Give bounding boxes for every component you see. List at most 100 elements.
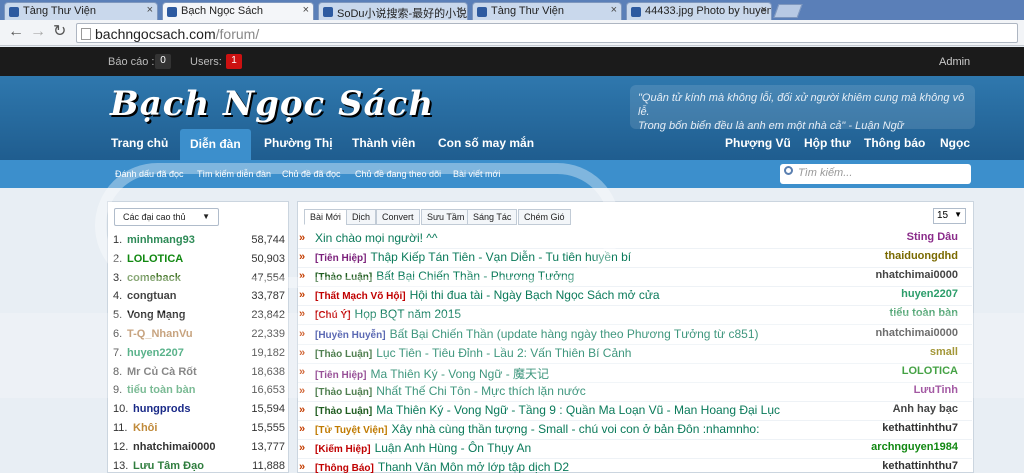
url-input[interactable]: bachngocsach.com/forum/ [76,23,1018,43]
topic-author-link[interactable]: thaiduongdhd [885,250,958,262]
admin-link[interactable]: Admin [939,56,970,68]
reload-icon[interactable]: ↻ [53,23,66,41]
users-count-badge[interactable]: 1 [226,54,242,69]
leaderboard-user[interactable]: T-Q_NhanVu [127,328,193,340]
leaderboard-user[interactable]: comeback [127,272,181,284]
topic-row[interactable]: » [Tiên Hiệp] Thập Kiếp Tán Tiên - Vạn Diễ… [298,249,972,269]
forward-arrow-icon[interactable]: → [30,23,46,41]
tab-filter[interactable]: Convert [376,209,420,225]
browser-tab[interactable]: SoDu小说搜索-最好的小说搜 × [318,2,468,20]
topic-title-link[interactable]: Ma Thiên Ký - Vong Ngữ - Tầng 9 : Quần M… [376,403,780,417]
topic-row[interactable]: » [Thông Báo] Thanh Vân Môn mở lớp tập dịc… [298,459,972,473]
topic-title-link[interactable]: Bất Bại Chiến Thần (update hàng ngày the… [390,327,759,341]
browser-tab[interactable]: Tàng Thư Viện × [472,2,622,20]
browser-tab[interactable]: 44433.jpg Photo by huyen2207× [626,2,772,20]
nav-thanh-vien[interactable]: Thành viên [352,136,415,150]
topic-row[interactable]: » [Tiên Hiệp] Ma Thiên Ký - Vong Ngữ - 魔天记… [298,364,972,383]
topic-row[interactable]: » [Thảo Luận] Ma Thiên Ký - Vong Ngữ - Tần… [298,402,972,421]
leaderboard-select[interactable]: Các đại cao thủ ▼ [114,208,219,226]
close-icon[interactable]: × [611,4,617,16]
bao-cao-count-badge[interactable]: 0 [155,54,171,69]
leaderboard-user[interactable]: minhmang93 [127,234,195,246]
leaderboard-user[interactable]: congtuan [127,290,177,302]
subnav-search-forum[interactable]: Tìm kiếm diễn đàn [197,169,271,179]
back-arrow-icon[interactable]: ← [8,23,24,41]
topic-author-link[interactable]: small [930,346,958,358]
tab-filter[interactable]: Chém Gió [518,209,571,225]
browser-tab[interactable]: Tàng Thư Viện × [4,2,158,20]
favicon-icon [9,7,19,17]
leaderboard-user[interactable]: nhatchimai0000 [133,441,216,453]
close-icon[interactable]: × [457,4,463,16]
leaderboard-post-count: 15,594 [251,403,285,416]
topic-author-link[interactable]: kethattinhthu7 [882,460,958,472]
leaderboard-user[interactable]: Mr Củ Cà Rốt [127,366,197,378]
nav-ngoc[interactable]: Ngọc [940,136,970,150]
tab-filter[interactable]: Sưu Tầm [421,209,471,225]
nav-dien-dan[interactable]: Diễn đàn [180,129,251,160]
topic-prefix: [Thảo Luận] [315,272,373,284]
topic-title-link[interactable]: Họp BQT năm 2015 [355,307,462,321]
subnav-mark-read[interactable]: Đánh dấu đã đọc [115,169,184,179]
nav-phuong-vu[interactable]: Phượng Vũ [725,136,791,150]
leaderboard-user[interactable]: tiểu toàn bàn [127,384,195,396]
subnav-watched-threads[interactable]: Chủ đề đang theo dõi [355,169,441,179]
nav-trang-chu[interactable]: Trang chủ [111,136,168,150]
leaderboard-user[interactable]: Vong Mạng [127,309,185,321]
topic-author-link[interactable]: huyen2207 [901,288,958,300]
leaderboard-user[interactable]: hungprods [133,403,190,415]
topic-title-link[interactable]: Bất Bại Chiến Thần - Phương Tưởng [376,269,574,283]
topic-author-link[interactable]: Sting Dâu [907,231,958,243]
topic-row[interactable]: » Xin chào mọi người! ^^ Sting Dâu [298,230,972,249]
topic-title-link[interactable]: Thập Kiếp Tán Tiên - Vạn Diễn - Tu tiên … [370,250,631,264]
nav-hop-thu[interactable]: Hộp thư [804,136,851,150]
topic-row[interactable]: » [Huyền Huyễn] Bất Bại Chiến Thần (update… [298,326,972,345]
site-logo[interactable]: Bạch Ngọc Sách [110,84,434,124]
topic-row[interactable]: » [Thảo Luận] Nhất Thế Chi Tôn - Mực thích… [298,383,972,402]
topic-author-link[interactable]: tiểu toàn bàn [890,307,958,319]
topic-author-link[interactable]: LOLOTICA [902,365,958,377]
topic-title-link[interactable]: Lục Tiên - Tiêu Đỉnh - Lầu 2: Vấn Thiên … [376,346,631,360]
topic-title-link[interactable]: Ma Thiên Ký - Vong Ngữ - 魔天记 [370,367,549,381]
leaderboard-user[interactable]: huyen2207 [127,347,184,359]
leaderboard-user[interactable]: LOLOTICA [127,253,183,265]
search-input[interactable]: Tìm kiếm... [780,164,971,184]
topic-title-link[interactable]: Luận Anh Hùng - Ôn Thụy An [375,441,532,455]
topic-author-link[interactable]: archnguyen1984 [871,441,958,453]
tab-filter[interactable]: Sáng Tác [467,209,518,225]
page-size-select[interactable]: 15 ▼ [933,208,966,224]
nav-phuong-thi[interactable]: Phường Thị [264,136,333,150]
browser-tab[interactable]: Bạch Ngọc Sách × [162,2,314,20]
new-tab-button[interactable] [773,4,803,18]
topic-row[interactable]: » [Thảo Luận] Lục Tiên - Tiêu Đỉnh - Lầu 2… [298,345,972,364]
tab-filter[interactable]: Dịch [346,209,377,225]
close-icon[interactable]: × [303,4,309,16]
topic-text: [Thông Báo] Thanh Vân Môn mở lớp tập dịch… [315,460,569,473]
leaderboard-user[interactable]: Lưu Tâm Đạo [133,460,204,472]
topic-title-link[interactable]: Xin chào mọi người! ^^ [315,231,438,245]
topic-row[interactable]: » [Thất Mạch Võ Hội] Hội thi đua tài - Ngà… [298,287,972,307]
browser-tab-title: Bạch Ngọc Sách [181,5,263,17]
topic-author-link[interactable]: nhatchimai0000 [875,269,958,281]
close-icon[interactable]: × [761,4,767,16]
leaderboard-user[interactable]: Khôi [133,422,157,434]
tab-filter[interactable]: Bài Mới [304,209,347,225]
topic-author-link[interactable]: nhatchimai0000 [875,327,958,339]
topic-title-link[interactable]: Nhất Thế Chi Tôn - Mực thích lặn nước [376,384,586,398]
topic-title-link[interactable]: Hội thi đua tài - Ngày Bạch Ngọc Sách mở… [410,288,660,302]
nav-con-so-may-man[interactable]: Con số may mắn [438,136,534,150]
topic-row[interactable]: » [Tử Tuyệt Viện] Xây nhà cùng thần tượng … [298,421,972,440]
leaderboard-rank: 5. [113,309,123,322]
topic-author-link[interactable]: Anh hay bạc [893,403,958,415]
topic-author-link[interactable]: kethattinhthu7 [882,422,958,434]
topic-row[interactable]: » [Thảo Luận] Bất Bại Chiến Thần - Phương … [298,268,972,288]
nav-thong-bao[interactable]: Thông báo [864,136,925,150]
subnav-read-threads[interactable]: Chủ đề đã đọc [282,169,341,179]
topic-title-link[interactable]: Thanh Vân Môn mở lớp tập dịch D2 [378,460,569,473]
topic-row[interactable]: » [Chú Ý] Họp BQT năm 2015 tiểu toàn bàn [298,306,972,326]
topic-title-link[interactable]: Xây nhà cùng thần tượng - Small - chú vo… [391,422,759,436]
close-icon[interactable]: × [147,4,153,16]
subnav-new-posts[interactable]: Bài viết mới [453,169,500,179]
topic-row[interactable]: » [Kiếm Hiệp] Luận Anh Hùng - Ôn Thụy An ar… [298,440,972,460]
topic-author-link[interactable]: LưuTinh [914,384,958,396]
